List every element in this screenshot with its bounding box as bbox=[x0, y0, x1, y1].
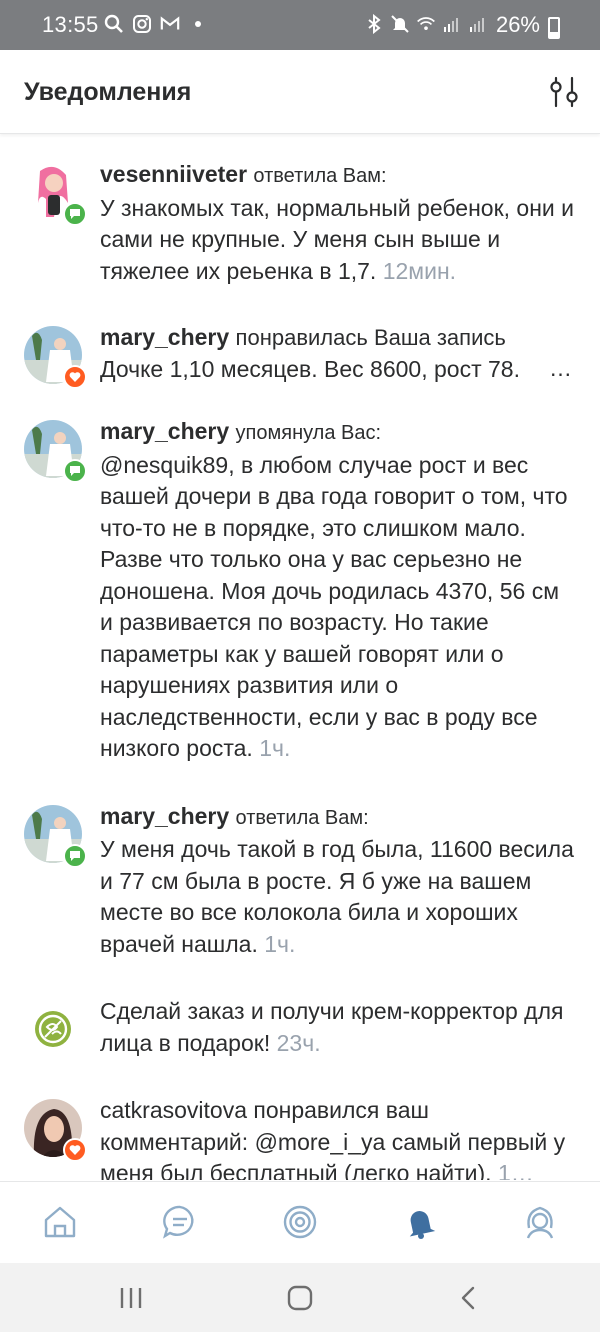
battery-level: 26% bbox=[495, 12, 540, 37]
notifications-icon[interactable] bbox=[400, 1202, 440, 1242]
messages-icon[interactable] bbox=[160, 1202, 200, 1242]
notification-action: ответила Вам: bbox=[235, 806, 369, 829]
system-navigation bbox=[0, 1263, 600, 1332]
instagram-icon bbox=[132, 14, 152, 34]
notification-item[interactable]: Сделай заказ и получи крем-корректор для… bbox=[0, 996, 600, 1059]
recent-apps-icon[interactable] bbox=[116, 1283, 146, 1313]
profile-icon[interactable] bbox=[520, 1202, 560, 1242]
notification-body: У знакомых так, нормальный ребенок, они … bbox=[100, 194, 575, 284]
notification-item[interactable]: mary_chery ответила Вам: У меня дочь так… bbox=[0, 801, 600, 961]
home-button-icon[interactable] bbox=[285, 1283, 315, 1313]
notification-body: catkrasovitova понравился ваш комментари… bbox=[100, 1097, 566, 1180]
mute-icon bbox=[390, 14, 410, 34]
notification-item[interactable]: catkrasovitova понравился ваш комментари… bbox=[0, 1095, 600, 1180]
sliders-icon[interactable] bbox=[546, 76, 582, 108]
notification-username[interactable]: vesenniiveter bbox=[100, 161, 247, 187]
notification-action: ответила Вам: bbox=[253, 165, 387, 187]
notification-text: Сделай заказ и получи крем-корректор для… bbox=[100, 996, 576, 1059]
search-icon bbox=[104, 14, 124, 34]
tab-bar bbox=[0, 1181, 600, 1263]
signal-icon bbox=[442, 14, 462, 34]
notification-body: Сделай заказ и получи крем-корректор для… bbox=[100, 998, 564, 1056]
notification-action: упомянула Вас: bbox=[235, 422, 382, 444]
notification-username[interactable]: mary_chery bbox=[100, 324, 229, 350]
notification-text: catkrasovitova понравился ваш комментари… bbox=[100, 1095, 576, 1180]
notification-body: @nesquik89, в любом случае рост и вес ва… bbox=[100, 451, 568, 762]
notification-action: понравилась Ваша запись bbox=[235, 325, 506, 350]
gmail-icon bbox=[160, 14, 180, 34]
wifi-icon bbox=[416, 14, 436, 34]
notification-body: Дочке 1,10 месяцев. Вес 8600, рост 78. bbox=[100, 355, 520, 382]
notification-time: 1… bbox=[497, 1160, 534, 1180]
bluetooth-icon bbox=[364, 14, 384, 34]
notification-username[interactable]: mary_chery bbox=[100, 803, 229, 829]
notification-text: mary_chery понравилась Ваша запись Дочке… bbox=[100, 322, 576, 385]
ellipsis: … bbox=[549, 355, 572, 381]
notification-text: mary_chery упомянула Вас: @nesquik89, в … bbox=[100, 416, 576, 765]
notifications-list: vesenniiveter ответила Вам: У знакомых т… bbox=[0, 135, 600, 1180]
status-bar: 13:55 26% bbox=[0, 0, 600, 50]
home-icon[interactable] bbox=[40, 1202, 80, 1242]
notification-time: 1ч. bbox=[264, 930, 296, 957]
notification-time: 1ч. bbox=[259, 735, 291, 761]
notification-item[interactable]: vesenniiveter ответила Вам: У знакомых т… bbox=[0, 159, 600, 287]
heart-icon bbox=[63, 365, 87, 389]
notification-time: 12мин. bbox=[382, 257, 457, 284]
reply-icon bbox=[63, 202, 87, 226]
notification-item[interactable]: mary_chery упомянула Вас: @nesquik89, в … bbox=[0, 416, 600, 765]
reply-icon bbox=[63, 843, 87, 868]
signal-2-icon bbox=[468, 14, 488, 34]
avatar[interactable] bbox=[24, 1000, 82, 1058]
status-time: 13:55 bbox=[42, 12, 99, 37]
reply-icon bbox=[63, 459, 87, 483]
notification-item[interactable]: mary_chery понравилась Ваша запись Дочке… bbox=[0, 322, 600, 389]
notification-text: vesenniiveter ответила Вам: У знакомых т… bbox=[100, 159, 576, 287]
page-title: Уведомления bbox=[24, 78, 192, 106]
battery-icon bbox=[548, 17, 560, 39]
notification-username[interactable]: mary_chery bbox=[100, 418, 229, 444]
notification-body: У меня дочь такой в год была, 11600 веси… bbox=[100, 836, 574, 957]
dot-icon bbox=[188, 14, 208, 34]
notification-time: 23ч. bbox=[276, 1029, 321, 1056]
discover-icon[interactable] bbox=[280, 1202, 320, 1242]
app-header: Уведомления bbox=[0, 50, 600, 134]
heart-icon bbox=[63, 1138, 87, 1162]
back-icon[interactable] bbox=[454, 1283, 484, 1313]
notification-text: mary_chery ответила Вам: У меня дочь так… bbox=[100, 801, 576, 961]
